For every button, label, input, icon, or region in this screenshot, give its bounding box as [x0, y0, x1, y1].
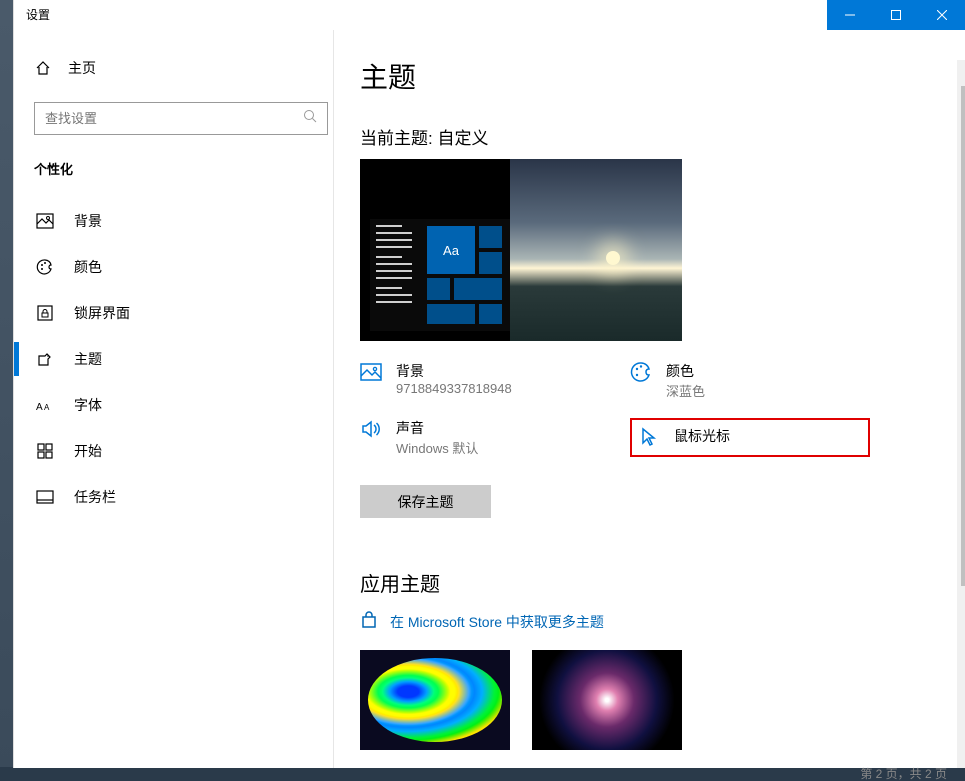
lockscreen-icon — [36, 304, 54, 322]
theme-preview: Aa — [360, 159, 682, 341]
maximize-icon — [891, 10, 901, 20]
search-box[interactable] — [34, 102, 328, 135]
palette-icon — [630, 361, 652, 383]
minimize-icon — [845, 10, 855, 20]
setting-value: 深蓝色 — [666, 381, 705, 400]
cursor-icon — [638, 426, 660, 448]
settings-window: 设置 主页 — [13, 0, 965, 768]
minimize-button[interactable] — [827, 0, 873, 30]
store-link-text: 在 Microsoft Store 中获取更多主题 — [390, 612, 604, 632]
image-icon — [36, 212, 54, 230]
scrollbar-thumb[interactable] — [961, 86, 965, 586]
setting-label: 背景 — [396, 361, 512, 381]
sidebar-item-lockscreen[interactable]: 锁屏界面 — [34, 290, 333, 336]
sidebar-item-label: 锁屏界面 — [74, 303, 130, 323]
setting-label: 颜色 — [666, 361, 705, 381]
maximize-button[interactable] — [873, 0, 919, 30]
sidebar-item-label: 背景 — [74, 211, 102, 231]
home-link[interactable]: 主页 — [34, 48, 333, 88]
setting-cursor[interactable]: 鼠标光标 — [630, 418, 870, 457]
search-icon — [303, 109, 317, 128]
apply-heading: 应用主题 — [360, 568, 965, 597]
theme-tile[interactable] — [532, 650, 682, 750]
setting-color[interactable]: 颜色 深蓝色 — [630, 361, 870, 400]
save-theme-button[interactable]: 保存主题 — [360, 485, 491, 518]
sidebar-item-label: 开始 — [74, 441, 102, 461]
sidebar-item-colors[interactable]: 颜色 — [34, 244, 333, 290]
sidebar-item-label: 字体 — [74, 395, 102, 415]
font-icon: AA — [36, 396, 54, 414]
sidebar-item-label: 颜色 — [74, 257, 102, 277]
close-button[interactable] — [919, 0, 965, 30]
palette-icon — [36, 258, 54, 276]
window-controls — [827, 0, 965, 30]
sidebar: 主页 个性化 背景 颜色 锁屏界面 — [14, 30, 334, 768]
sidebar-item-themes[interactable]: 主题 — [34, 336, 333, 382]
page-title: 主题 — [360, 56, 965, 96]
main-content: 主题 当前主题: 自定义 Aa — [334, 30, 965, 768]
setting-value: 9718849337818948 — [396, 381, 512, 396]
taskbar-icon — [36, 488, 54, 506]
setting-value: Windows 默认 — [396, 438, 478, 457]
store-link[interactable]: 在 Microsoft Store 中获取更多主题 — [360, 611, 965, 632]
pager-text: 第 2 页，共 2 页 — [860, 768, 947, 781]
svg-text:A: A — [44, 403, 50, 412]
preview-tile-text: Aa — [426, 225, 476, 275]
current-theme-heading: 当前主题: 自定义 — [360, 124, 965, 149]
setting-sound[interactable]: 声音 Windows 默认 — [360, 418, 600, 457]
home-icon — [34, 59, 52, 77]
svg-text:A: A — [36, 402, 43, 413]
setting-label: 声音 — [396, 418, 478, 438]
sidebar-item-label: 主题 — [74, 349, 102, 369]
sidebar-item-fonts[interactable]: AA 字体 — [34, 382, 333, 428]
close-icon — [937, 10, 947, 20]
window-title: 设置 — [14, 0, 62, 29]
setting-background[interactable]: 背景 9718849337818948 — [360, 361, 600, 400]
store-icon — [360, 611, 378, 632]
sidebar-item-label: 任务栏 — [74, 487, 116, 507]
setting-label: 鼠标光标 — [674, 426, 730, 446]
search-input[interactable] — [45, 111, 303, 126]
sidebar-item-start[interactable]: 开始 — [34, 428, 333, 474]
section-header: 个性化 — [34, 159, 333, 178]
titlebar: 设置 — [14, 0, 965, 30]
sidebar-item-taskbar[interactable]: 任务栏 — [34, 474, 333, 520]
home-label: 主页 — [68, 58, 96, 78]
start-icon — [36, 442, 54, 460]
sidebar-item-background[interactable]: 背景 — [34, 198, 333, 244]
sound-icon — [360, 418, 382, 440]
theme-tile[interactable] — [360, 650, 510, 750]
theme-icon — [36, 350, 54, 368]
image-icon — [360, 361, 382, 383]
